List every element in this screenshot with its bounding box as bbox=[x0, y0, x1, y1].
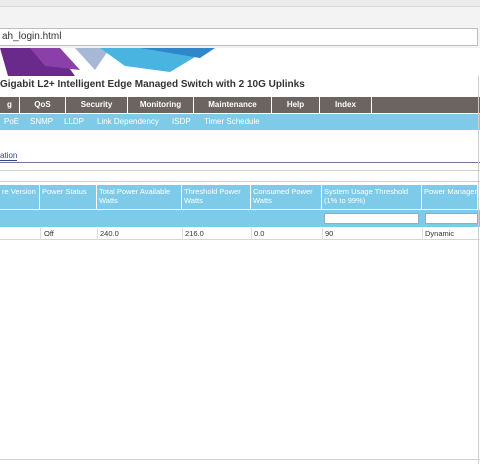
column-header-total-power: Total Power Available Watts bbox=[97, 185, 182, 209]
table-title-bar bbox=[0, 170, 480, 182]
menu-item-routing[interactable]: g bbox=[0, 97, 20, 113]
sub-menu: PoE SNMP LLDP Link Dependency ISDP Timer… bbox=[0, 114, 480, 130]
column-header-threshold-power: Threshold Power Watts bbox=[182, 185, 251, 209]
column-divider bbox=[182, 228, 183, 240]
submenu-item-isdp[interactable]: ISDP bbox=[172, 114, 191, 130]
menu-item-qos[interactable]: QoS bbox=[20, 97, 66, 113]
menu-item-security[interactable]: Security bbox=[66, 97, 128, 113]
page-title: Gigabit L2+ Intelligent Edge Managed Swi… bbox=[0, 79, 305, 90]
menu-item-monitoring[interactable]: Monitoring bbox=[128, 97, 194, 113]
cell-usage-threshold: 90 bbox=[325, 229, 334, 238]
submenu-item-timer-schedule[interactable]: Timer Schedule bbox=[204, 114, 260, 130]
cell-power-management: Dynamic bbox=[425, 229, 455, 238]
cell-total-power: 240.0 bbox=[100, 229, 119, 238]
submenu-item-lldp[interactable]: LLDP bbox=[64, 114, 84, 130]
column-divider bbox=[97, 228, 98, 240]
column-header-firmware-version: re Version bbox=[0, 185, 40, 209]
banner-graphic bbox=[0, 48, 215, 76]
tab-strip bbox=[0, 0, 480, 7]
usage-threshold-input[interactable] bbox=[324, 213, 419, 224]
address-bar[interactable]: ah_login.html bbox=[0, 28, 478, 46]
column-header-consumed-power: Consumed Power Watts bbox=[251, 185, 322, 209]
menu-item-index[interactable]: Index bbox=[320, 97, 372, 113]
tab-underline bbox=[0, 162, 480, 163]
cell-power-status: Off bbox=[44, 229, 54, 238]
column-divider bbox=[322, 228, 323, 240]
power-management-select[interactable] bbox=[425, 213, 478, 224]
column-divider bbox=[40, 228, 41, 240]
browser-chrome: ah_login.html bbox=[0, 0, 480, 53]
column-divider bbox=[251, 228, 252, 240]
banner bbox=[0, 48, 480, 76]
submenu-item-snmp[interactable]: SNMP bbox=[30, 114, 53, 130]
tab-configuration[interactable]: ation bbox=[0, 151, 18, 161]
column-header-usage-threshold: System Usage Threshold (1% to 99%) bbox=[322, 185, 422, 209]
submenu-item-link-dependency[interactable]: Link Dependency bbox=[97, 114, 159, 130]
menu-item-maintenance[interactable]: Maintenance bbox=[194, 97, 272, 113]
column-header-power-status: Power Status bbox=[40, 185, 97, 209]
cell-consumed-power: 0.0 bbox=[254, 229, 265, 238]
content-right-border bbox=[478, 76, 479, 464]
table-row bbox=[0, 228, 480, 240]
content-bottom-border bbox=[0, 459, 480, 460]
main-menu: g QoS Security Monitoring Maintenance He… bbox=[0, 97, 480, 113]
menu-item-help[interactable]: Help bbox=[272, 97, 320, 113]
cell-threshold-power: 216.0 bbox=[185, 229, 204, 238]
column-divider bbox=[422, 228, 423, 240]
submenu-item-poe[interactable]: PoE bbox=[4, 114, 19, 130]
column-header-power-management: Power Management bbox=[422, 185, 478, 209]
